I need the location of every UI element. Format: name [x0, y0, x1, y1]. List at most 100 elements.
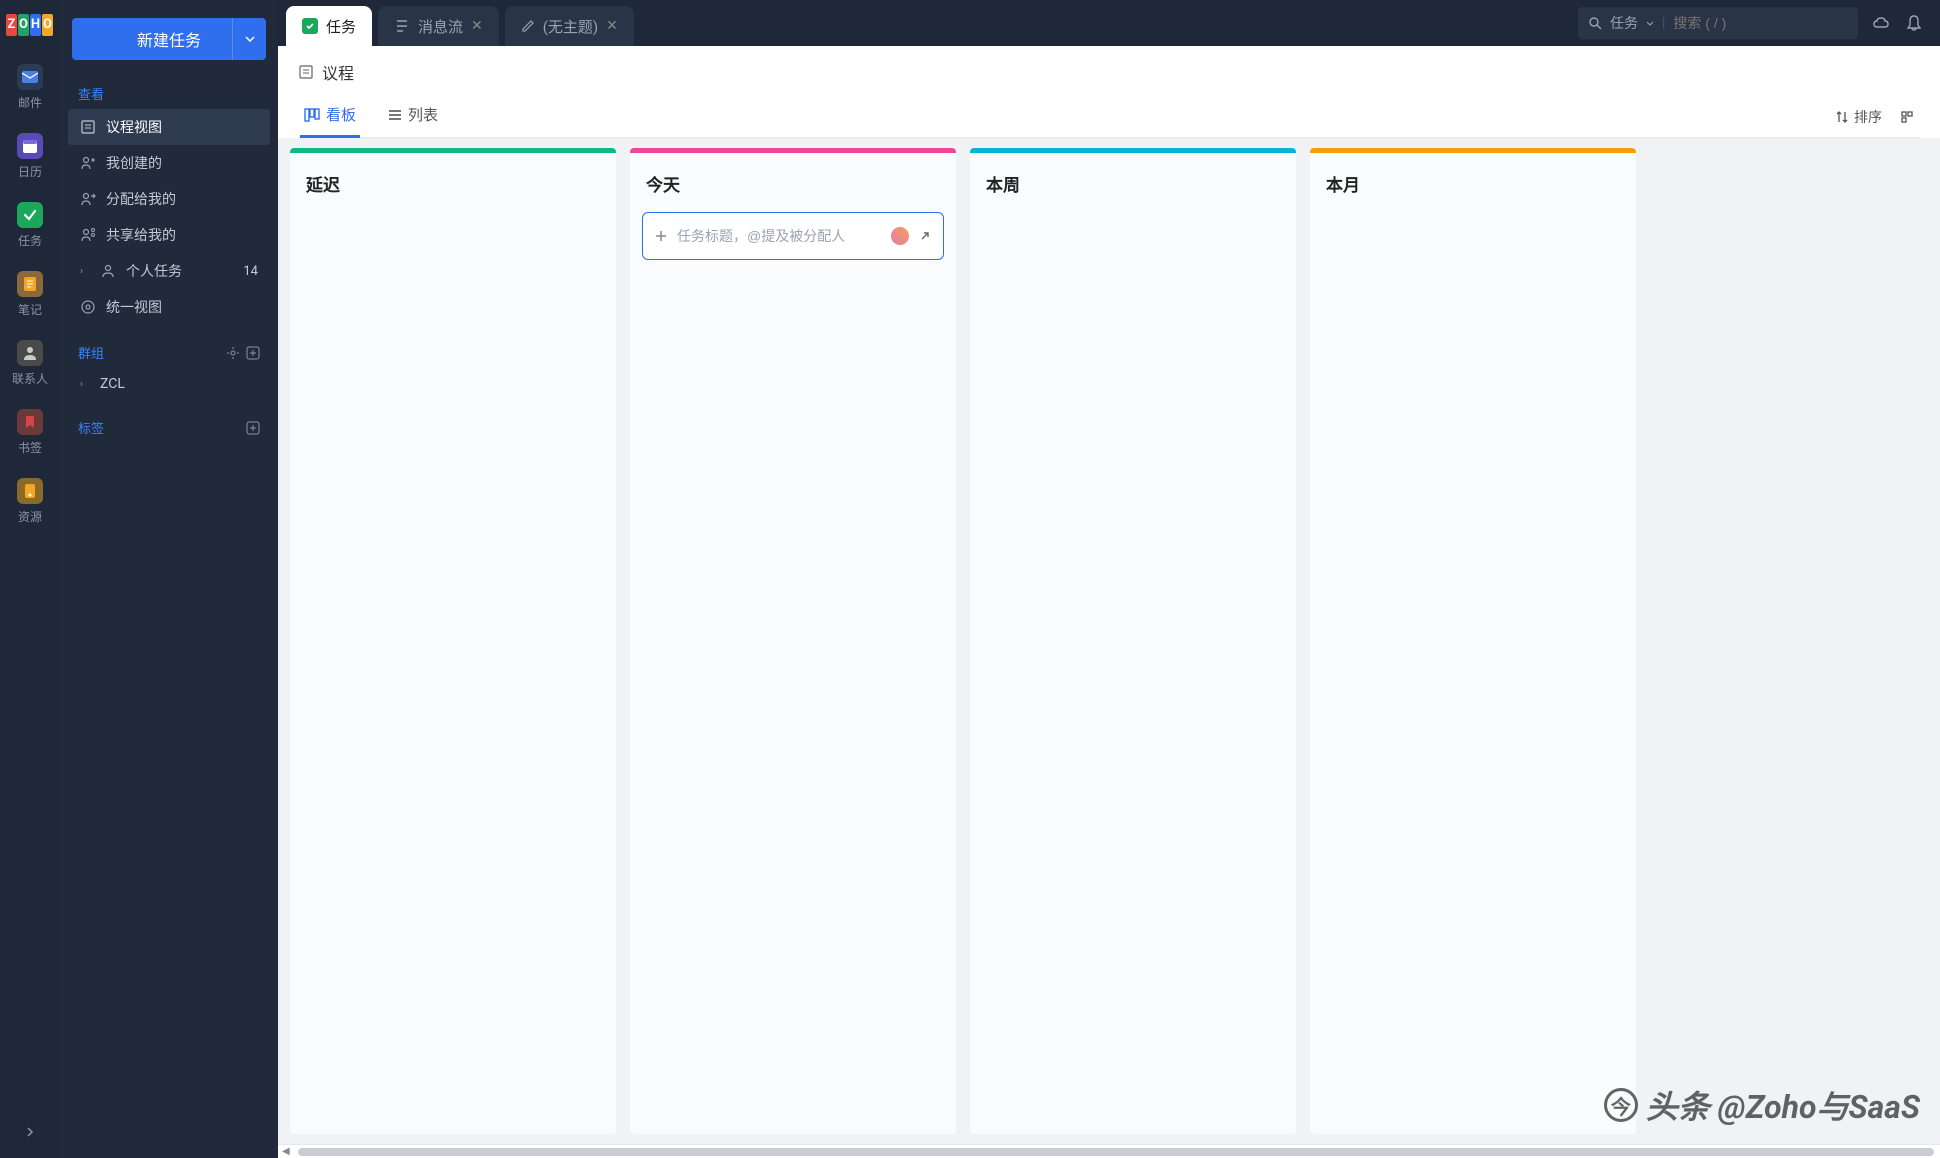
view-board-label: 看板 [326, 104, 356, 125]
add-tag-icon[interactable] [246, 421, 260, 435]
nav-group-zcl[interactable]: › ZCL [68, 368, 270, 400]
list-icon [388, 109, 402, 121]
tab-stream[interactable]: 消息流 ✕ [378, 6, 499, 46]
rail-tasks[interactable]: 任务 [6, 202, 54, 249]
rail-calendar[interactable]: 日历 [6, 133, 54, 180]
expand-icon[interactable] [919, 230, 931, 242]
assignee-avatar[interactable] [891, 227, 909, 245]
column-overdue-title: 延迟 [290, 153, 616, 204]
person-arrow-icon [80, 191, 96, 207]
column-overdue-body[interactable] [290, 204, 616, 1134]
tab-tasks[interactable]: 任务 [286, 6, 372, 46]
plus-icon[interactable] [655, 230, 667, 242]
check-icon [23, 208, 37, 222]
nav-created-by-me[interactable]: 我创建的 [68, 145, 270, 181]
nav-assigned-to-me[interactable]: 分配给我的 [68, 181, 270, 217]
logo-z: Z [6, 14, 17, 36]
close-icon[interactable]: ✕ [606, 18, 618, 34]
column-month-body[interactable] [1310, 204, 1636, 1134]
new-task-input-row [642, 212, 944, 260]
nav-unified-view[interactable]: 统一视图 [68, 289, 270, 325]
search-input[interactable] [1673, 15, 1813, 31]
nav-personal-tasks[interactable]: › 个人任务 14 [68, 253, 270, 289]
column-today-title: 今天 [630, 153, 956, 204]
search-box[interactable]: 任务 | [1578, 7, 1858, 39]
sidebar: 新建任务 查看 议程视图 我创建的 分配给我的 共享给我的 › 个人任务 [60, 0, 278, 1158]
chevron-right-icon: › [80, 266, 90, 277]
task-title-input[interactable] [677, 228, 881, 244]
bookmark-icon [25, 415, 35, 429]
search-icon [1588, 16, 1602, 30]
logo-h: H [30, 14, 41, 36]
content: 议程 看板 列表 排序 [278, 46, 1940, 1158]
breadcrumb: 议程 [298, 60, 1920, 84]
rail-collapse-toggle[interactable] [26, 1126, 34, 1138]
scrollbar-thumb[interactable] [298, 1148, 1934, 1156]
tab-untitled[interactable]: (无主题) ✕ [505, 6, 634, 46]
new-task-button[interactable]: 新建任务 [72, 18, 266, 60]
rail-mail[interactable]: 邮件 [6, 64, 54, 111]
settings-icon[interactable] [226, 346, 240, 360]
nav-assigned-label: 分配给我的 [106, 189, 176, 209]
check-icon [302, 18, 318, 34]
logo-o2: O [42, 14, 53, 36]
scroll-left-icon[interactable]: ◀ [282, 1146, 290, 1157]
column-month-title: 本月 [1310, 153, 1636, 204]
column-week: 本周 [970, 148, 1296, 1134]
nav-group-label: ZCL [100, 376, 125, 392]
rail-calendar-label: 日历 [18, 163, 42, 180]
app-rail: Z O H O 邮件 日历 任务 笔记 [0, 0, 60, 1158]
rail-contacts-label: 联系人 [12, 370, 48, 387]
view-list-label: 列表 [408, 104, 438, 125]
nav-agenda-view[interactable]: 议程视图 [68, 109, 270, 145]
unified-icon [80, 299, 96, 315]
search-scope: 任务 [1610, 13, 1638, 33]
rail-contacts[interactable]: 联系人 [6, 340, 54, 387]
person-share-icon [80, 227, 96, 243]
view-tab-list[interactable]: 列表 [384, 96, 442, 138]
column-month: 本月 [1310, 148, 1636, 1134]
add-group-icon[interactable] [246, 346, 260, 360]
tab-stream-label: 消息流 [418, 16, 463, 37]
sort-button[interactable]: 排序 [1836, 107, 1882, 127]
rail-bookmarks[interactable]: 书签 [6, 409, 54, 456]
tab-untitled-label: (无主题) [543, 16, 598, 37]
tab-tasks-label: 任务 [326, 16, 356, 37]
rail-notes-label: 笔记 [18, 301, 42, 318]
horizontal-scrollbar[interactable]: ◀ [278, 1144, 1940, 1158]
kanban-board: 延迟 今天 [278, 138, 1940, 1144]
section-view-title: 查看 [68, 78, 270, 109]
tab-bar: 任务 消息流 ✕ (无主题) ✕ 任务 | [278, 0, 1940, 46]
filter-icon[interactable] [1900, 110, 1914, 124]
section-tags-title: 标签 [68, 412, 270, 443]
rail-resources[interactable]: 资源 [6, 478, 54, 525]
new-task-label: 新建任务 [137, 27, 201, 51]
zoho-logo: Z O H O [6, 14, 54, 38]
sort-label: 排序 [1854, 107, 1882, 127]
nav-personal-label: 个人任务 [126, 261, 182, 281]
new-task-dropdown[interactable] [232, 18, 266, 60]
chevron-right-icon [26, 1126, 34, 1138]
nav-personal-count: 14 [243, 264, 258, 279]
stream-icon [394, 18, 410, 34]
view-tab-board[interactable]: 看板 [300, 96, 360, 138]
cloud-icon[interactable] [1872, 15, 1892, 31]
chevron-down-icon[interactable] [1646, 21, 1654, 26]
person-icon [100, 263, 116, 279]
nav-shared-with-me[interactable]: 共享给我的 [68, 217, 270, 253]
close-icon[interactable]: ✕ [471, 18, 483, 34]
contacts-icon [22, 345, 38, 361]
person-add-icon [80, 155, 96, 171]
column-overdue: 延迟 [290, 148, 616, 1134]
nav-agenda-label: 议程视图 [106, 117, 162, 137]
column-today-body[interactable] [630, 204, 956, 1134]
rail-notes[interactable]: 笔记 [6, 271, 54, 318]
sort-icon [1836, 110, 1848, 124]
column-week-body[interactable] [970, 204, 1296, 1134]
bell-icon[interactable] [1906, 14, 1922, 32]
rail-resources-label: 资源 [18, 508, 42, 525]
chevron-down-icon [245, 36, 255, 42]
rail-bookmarks-label: 书签 [18, 439, 42, 456]
calendar-icon [22, 138, 38, 154]
mail-icon [22, 71, 38, 83]
